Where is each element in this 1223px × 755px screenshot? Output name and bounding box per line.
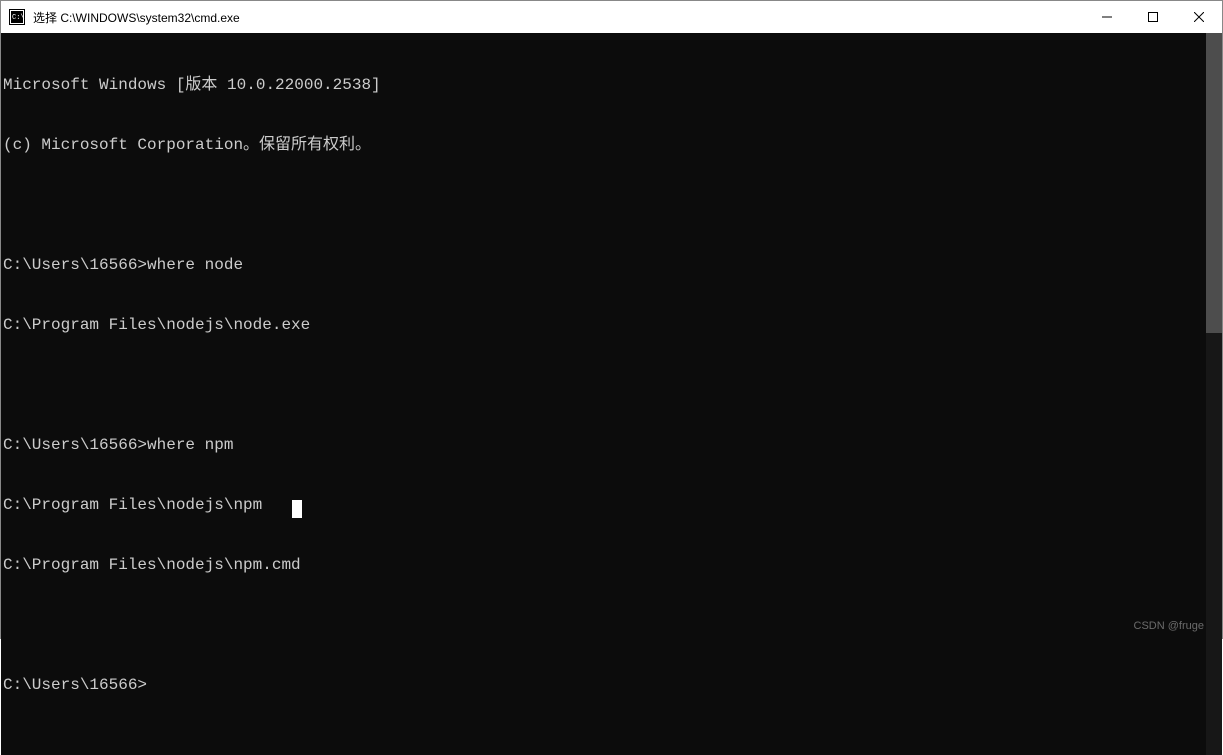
terminal-line: (c) Microsoft Corporation。保留所有权利。	[3, 135, 1206, 155]
titlebar[interactable]: C:\ 选择 C:\WINDOWS\system32\cmd.exe	[1, 1, 1222, 33]
svg-text:C:\: C:\	[12, 14, 25, 22]
terminal-area: Microsoft Windows [版本 10.0.22000.2538] (…	[1, 33, 1222, 755]
cmd-window: C:\ 选择 C:\WINDOWS\system32\cmd.exe Micro…	[0, 0, 1223, 639]
minimize-button[interactable]	[1084, 1, 1130, 33]
terminal-line: C:\Program Files\nodejs\npm	[3, 495, 1206, 515]
terminal-line: C:\Program Files\nodejs\npm.cmd	[3, 555, 1206, 575]
maximize-button[interactable]	[1130, 1, 1176, 33]
terminal-line	[3, 375, 1206, 395]
watermark: CSDN @fruge	[1134, 620, 1204, 632]
scrollbar-thumb[interactable]	[1206, 33, 1222, 333]
terminal-output[interactable]: Microsoft Windows [版本 10.0.22000.2538] (…	[1, 33, 1206, 755]
selection-cursor	[292, 500, 302, 518]
window-title: 选择 C:\WINDOWS\system32\cmd.exe	[33, 9, 1084, 26]
terminal-line: C:\Users\16566>	[3, 675, 1206, 695]
terminal-line: Microsoft Windows [版本 10.0.22000.2538]	[3, 75, 1206, 95]
close-button[interactable]	[1176, 1, 1222, 33]
window-controls	[1084, 1, 1222, 33]
terminal-line	[3, 195, 1206, 215]
terminal-line	[3, 615, 1206, 635]
cmd-icon: C:\	[9, 9, 25, 25]
terminal-line: C:\Users\16566>where npm	[3, 435, 1206, 455]
scrollbar[interactable]	[1206, 33, 1222, 755]
terminal-line: C:\Program Files\nodejs\node.exe	[3, 315, 1206, 335]
terminal-line: C:\Users\16566>where node	[3, 255, 1206, 275]
